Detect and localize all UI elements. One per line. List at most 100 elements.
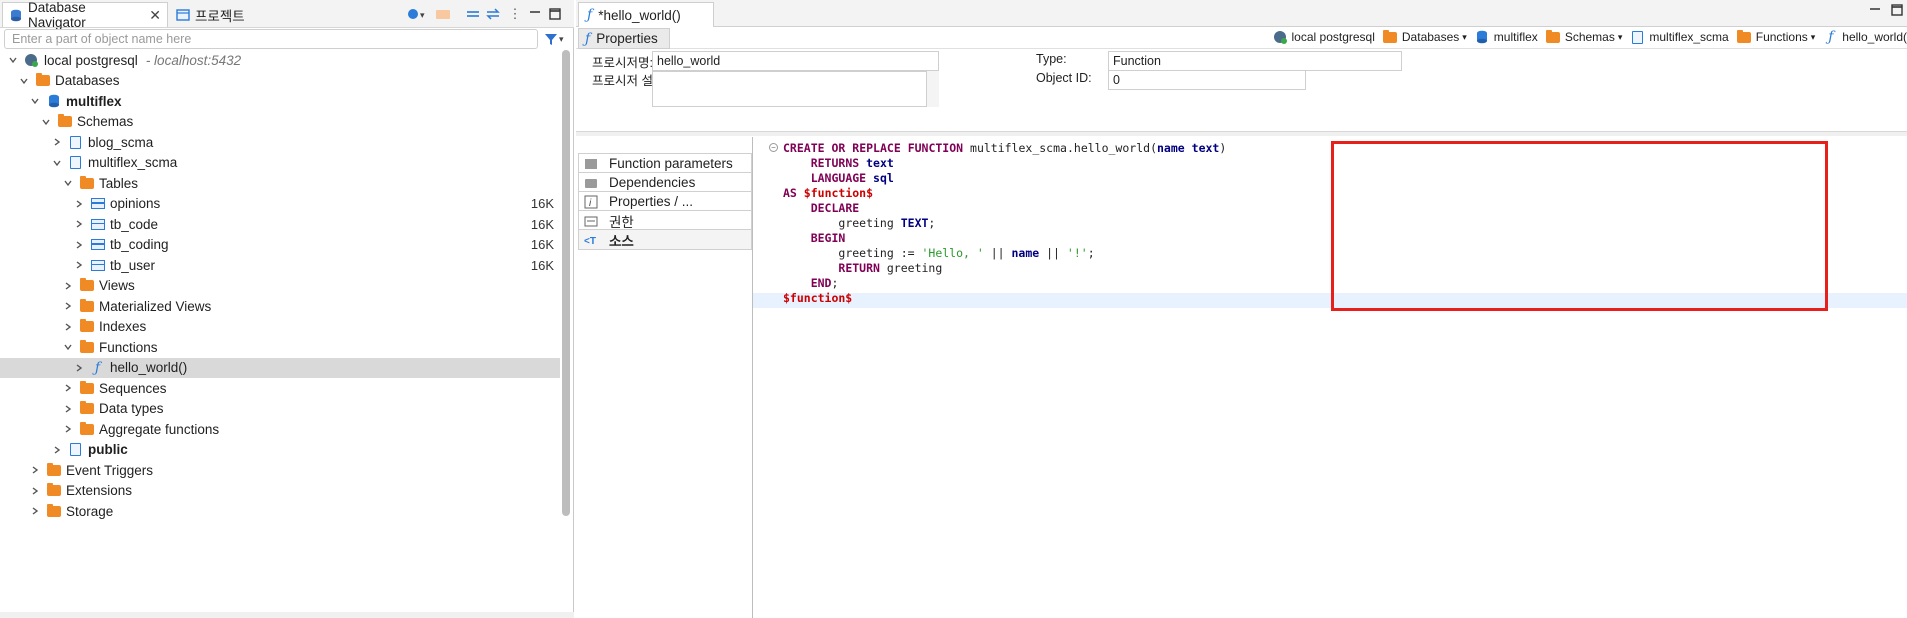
tree-node[interactable]: multiflex_scma — [0, 153, 560, 174]
table-size-label: 16K — [530, 237, 554, 253]
schemas-folder-icon — [57, 114, 72, 129]
tree-node[interactable]: Data types — [0, 399, 560, 420]
minimize-icon[interactable] — [526, 5, 544, 23]
tree-node[interactable]: blog_scma — [0, 132, 560, 153]
chevron-down-icon[interactable] — [39, 115, 53, 129]
tree-node[interactable]: opinions 16K — [0, 194, 560, 215]
chevron-right-icon[interactable] — [72, 197, 86, 211]
tree-node[interactable]: multiflex — [0, 91, 560, 112]
chevron-right-icon[interactable] — [61, 279, 75, 293]
sql-code[interactable]: CREATE OR REPLACE FUNCTION multiflex_scm… — [783, 141, 1226, 306]
breadcrumb-item[interactable]: Databases ▾ — [1383, 29, 1467, 44]
breadcrumb-item[interactable]: Functions ▾ — [1737, 29, 1816, 44]
chevron-right-icon[interactable] — [61, 402, 75, 416]
tree-node[interactable]: Extensions — [0, 481, 560, 502]
filter-icon[interactable]: ▾ — [544, 30, 570, 48]
side-tab[interactable]: Function parameters — [578, 153, 752, 174]
tab-database-navigator[interactable]: Database Navigator ✕ — [2, 0, 168, 30]
tree-node[interactable]: Views — [0, 276, 560, 297]
breadcrumb-item[interactable]: local postgresql — [1273, 30, 1375, 44]
chevron-down-icon[interactable]: ▾ — [1618, 32, 1623, 43]
tree-node[interactable]: tb_coding 16K — [0, 235, 560, 256]
svg-text:<T: <T — [584, 236, 596, 246]
side-tab[interactable]: Dependencies — [578, 172, 752, 193]
chevron-right-icon[interactable] — [61, 320, 75, 334]
new-folder-icon[interactable] — [434, 5, 452, 23]
tab-properties[interactable]: ƒ Properties — [578, 28, 670, 49]
tree-node[interactable]: ƒ hello_world() — [0, 357, 560, 378]
tree-node[interactable]: Materialized Views — [0, 296, 560, 317]
side-tab[interactable]: 권한 — [578, 210, 752, 231]
tree-node-label: Aggregate functions — [99, 421, 220, 437]
tab-hello-world[interactable]: ƒ *hello_world() — [578, 2, 714, 27]
chevron-right-icon[interactable] — [72, 258, 86, 272]
maximize-icon[interactable] — [546, 5, 564, 23]
tree-node-label: hello_world() — [110, 360, 188, 376]
postgres-connection-icon — [24, 53, 39, 68]
breadcrumb-item[interactable]: Schemas ▾ — [1546, 29, 1623, 44]
chevron-down-icon[interactable] — [61, 340, 75, 354]
chevron-down-icon[interactable] — [61, 176, 75, 190]
chevron-right-icon[interactable] — [61, 299, 75, 313]
breadcrumb-item[interactable]: ƒ hello_world( — [1823, 29, 1907, 45]
tree-node[interactable]: Databases — [0, 71, 560, 92]
chevron-right-icon[interactable] — [28, 484, 42, 498]
chevron-right-icon[interactable] — [50, 135, 64, 149]
chevron-down-icon[interactable] — [50, 156, 64, 170]
chevron-right-icon[interactable] — [28, 463, 42, 477]
chevron-down-icon[interactable] — [28, 94, 42, 108]
form-editor-divider[interactable] — [576, 131, 1907, 136]
chevron-right-icon[interactable] — [72, 217, 86, 231]
side-tab-label: Properties / ... — [609, 194, 694, 209]
chevron-right-icon[interactable] — [72, 238, 86, 252]
tree-node[interactable]: public — [0, 440, 560, 461]
folder-icon — [79, 339, 94, 354]
side-tab-label: Dependencies — [609, 175, 696, 190]
collapse-all-icon[interactable] — [464, 5, 482, 23]
chevron-down-icon[interactable] — [6, 53, 20, 67]
tree-node[interactable]: Storage — [0, 501, 560, 522]
close-icon[interactable]: ✕ — [149, 7, 161, 24]
chevron-right-icon[interactable] — [61, 422, 75, 436]
tab-project[interactable]: 프로젝트 — [170, 2, 260, 27]
tree-node[interactable]: Aggregate functions — [0, 419, 560, 440]
chevron-down-icon[interactable]: ▾ — [1811, 32, 1816, 43]
tree-node[interactable]: tb_user 16K — [0, 255, 560, 276]
chevron-right-icon[interactable] — [28, 504, 42, 518]
table-size-label: 16K — [530, 216, 554, 232]
procedure-description-field[interactable] — [652, 71, 939, 107]
tree-node[interactable]: Schemas — [0, 112, 560, 133]
navigator-scrollbar[interactable] — [562, 50, 570, 516]
chevron-right-icon[interactable] — [61, 381, 75, 395]
tree-node[interactable]: Sequences — [0, 378, 560, 399]
tree-node[interactable]: local postgresql - localhost:5432 — [0, 50, 560, 71]
side-tab[interactable]: <T 소스 — [578, 229, 752, 250]
folder-icon — [79, 401, 94, 416]
tree-node[interactable]: Tables — [0, 173, 560, 194]
tree-node[interactable]: tb_code 16K — [0, 214, 560, 235]
properties-form: 프로시저명: hello_world 프로시저 설명: Type: Functi… — [576, 50, 1907, 130]
link-with-editor-icon[interactable] — [484, 5, 502, 23]
project-icon — [176, 8, 190, 22]
breadcrumb-item[interactable]: multiflex_scma — [1630, 30, 1729, 44]
maximize-icon[interactable] — [1891, 4, 1903, 19]
side-tab[interactable]: i Properties / ... — [578, 191, 752, 212]
chevron-down-icon[interactable]: ▾ — [1462, 32, 1467, 43]
source-icon: <T — [583, 233, 598, 247]
info-icon: i — [583, 195, 598, 209]
tree-node[interactable]: Indexes — [0, 317, 560, 338]
tree-node[interactable]: Functions — [0, 337, 560, 358]
chevron-right-icon[interactable] — [50, 443, 64, 457]
chevron-right-icon[interactable] — [72, 361, 86, 375]
breadcrumb-item[interactable]: multiflex — [1475, 30, 1538, 44]
more-options-icon[interactable]: ⋮ — [506, 5, 524, 23]
breadcrumb-label: multiflex — [1493, 30, 1538, 44]
new-connection-icon[interactable]: ▾ — [406, 5, 430, 23]
chevron-down-icon[interactable] — [17, 74, 31, 88]
fold-toggle-icon[interactable]: − — [769, 143, 778, 152]
tree-node[interactable]: Event Triggers — [0, 460, 560, 481]
description-scrollbar[interactable] — [926, 71, 939, 107]
minimize-icon[interactable] — [1869, 4, 1881, 19]
procedure-name-field[interactable]: hello_world — [652, 51, 939, 71]
object-filter-input[interactable]: Enter a part of object name here — [4, 29, 538, 49]
